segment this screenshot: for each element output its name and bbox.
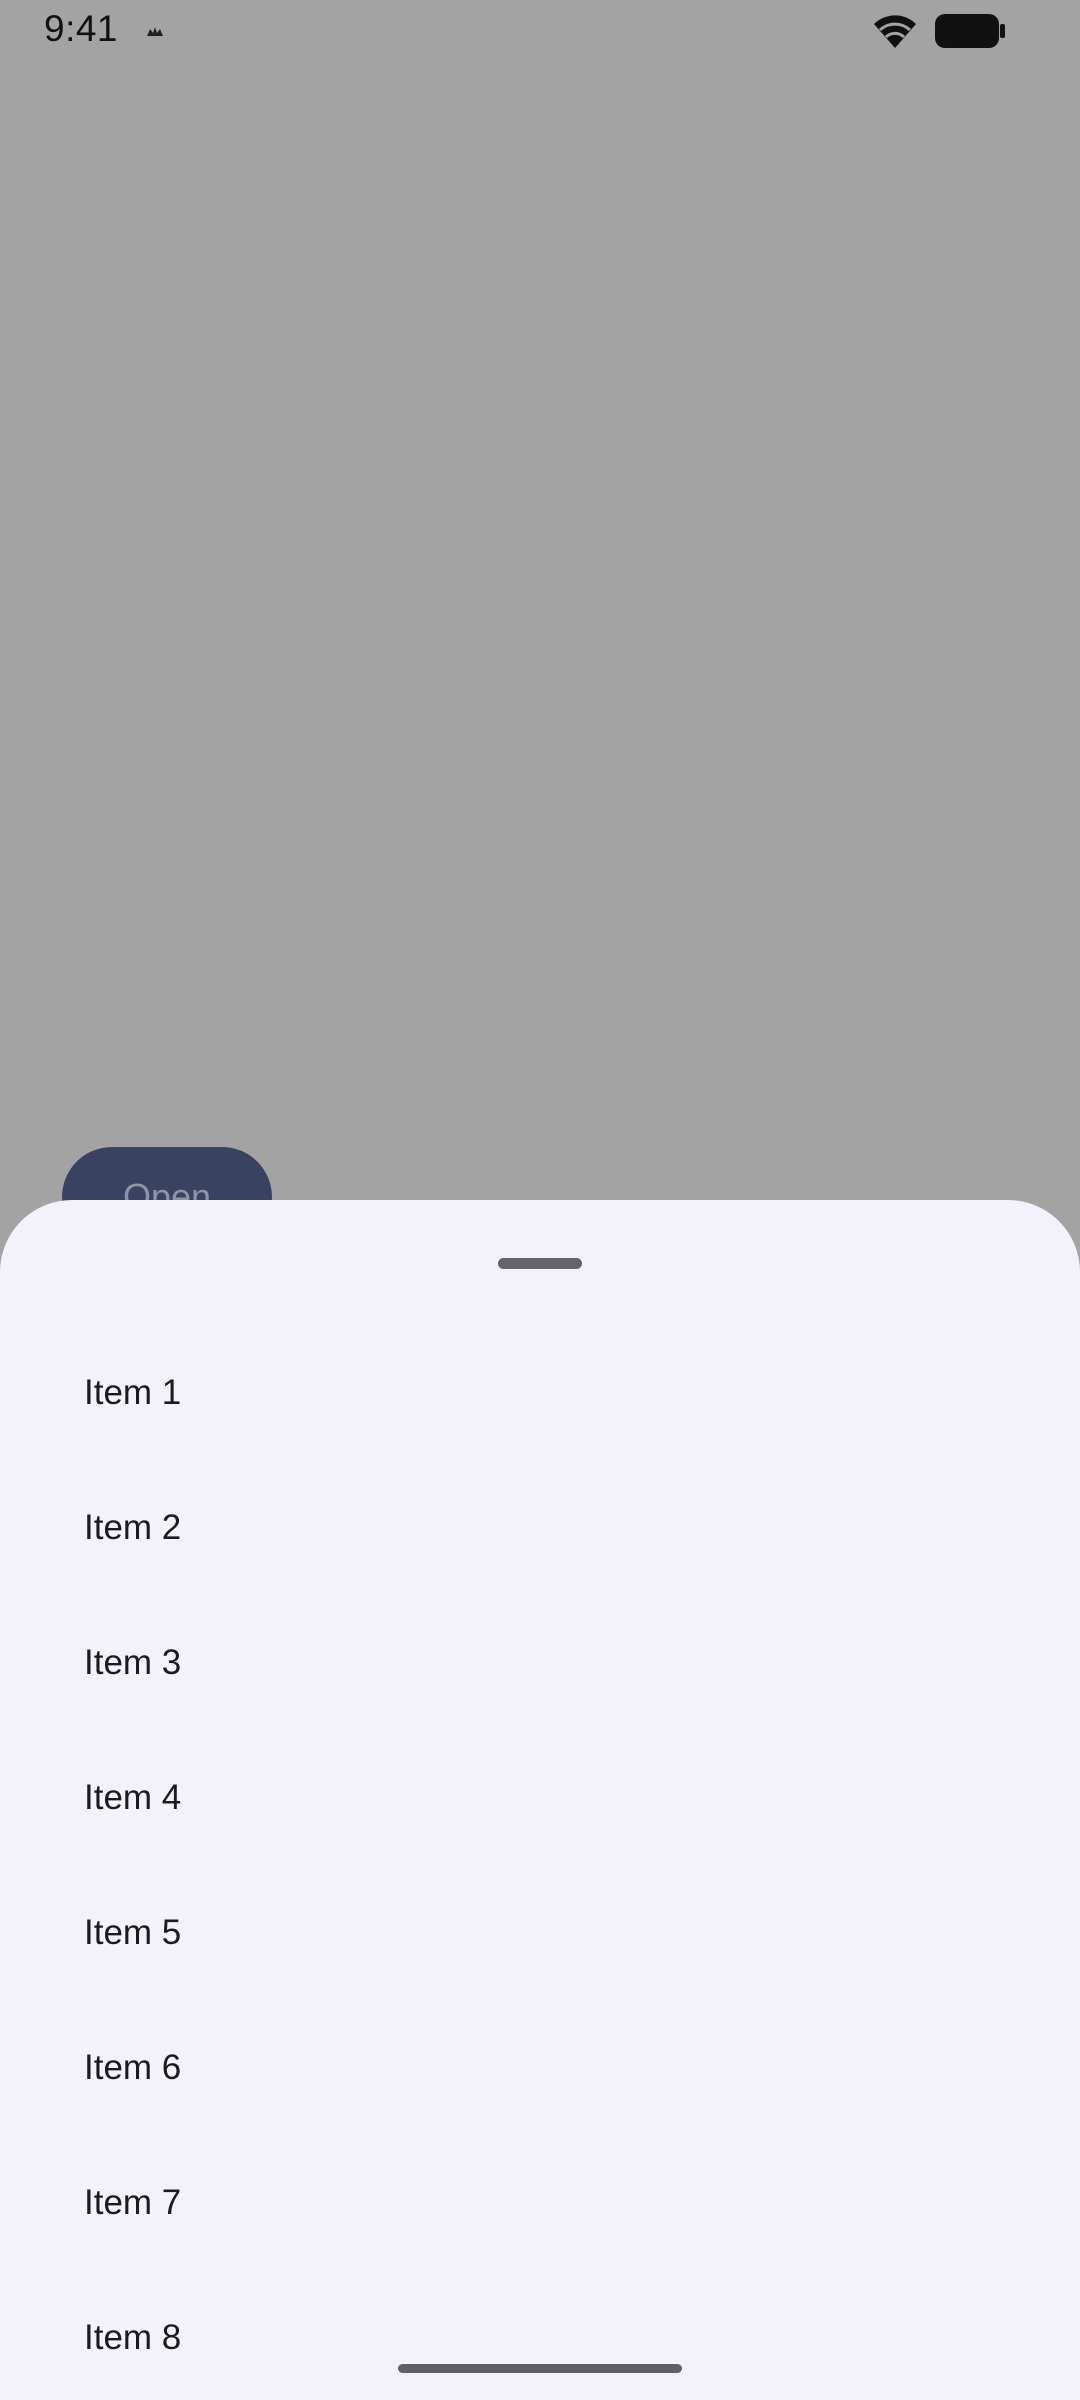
wifi-icon [874,15,916,49]
navigation-handle[interactable] [398,2364,682,2373]
list-item[interactable]: Item 2 [0,1464,1080,1599]
bottom-sheet: Item 1 Item 2 Item 3 Item 4 Item 5 Item … [0,1200,1080,2400]
list-item-label: Item 4 [84,1778,182,1817]
list-item-label: Item 1 [84,1373,182,1412]
notification-icon [147,27,163,36]
status-bar: 9:41 [0,0,1080,64]
list-item[interactable]: Item 1 [0,1329,1080,1464]
status-time: 9:41 [44,8,119,49]
drag-handle[interactable] [498,1258,582,1269]
list-item-label: Item 2 [84,1508,182,1547]
battery-icon [935,14,1005,48]
list-item-label: Item 3 [84,1643,182,1682]
list-item-label: Item 8 [84,2318,182,2357]
list-item[interactable]: Item 4 [0,1734,1080,1869]
list-item[interactable]: Item 8 [0,2274,1080,2400]
list-item-label: Item 7 [84,2183,182,2222]
list-item-label: Item 5 [84,1913,182,1952]
list-item[interactable]: Item 7 [0,2139,1080,2274]
list-item[interactable]: Item 3 [0,1599,1080,1734]
list-item[interactable]: Item 6 [0,2004,1080,2139]
list-item-label: Item 6 [84,2048,182,2087]
list-item[interactable]: Item 5 [0,1869,1080,2004]
